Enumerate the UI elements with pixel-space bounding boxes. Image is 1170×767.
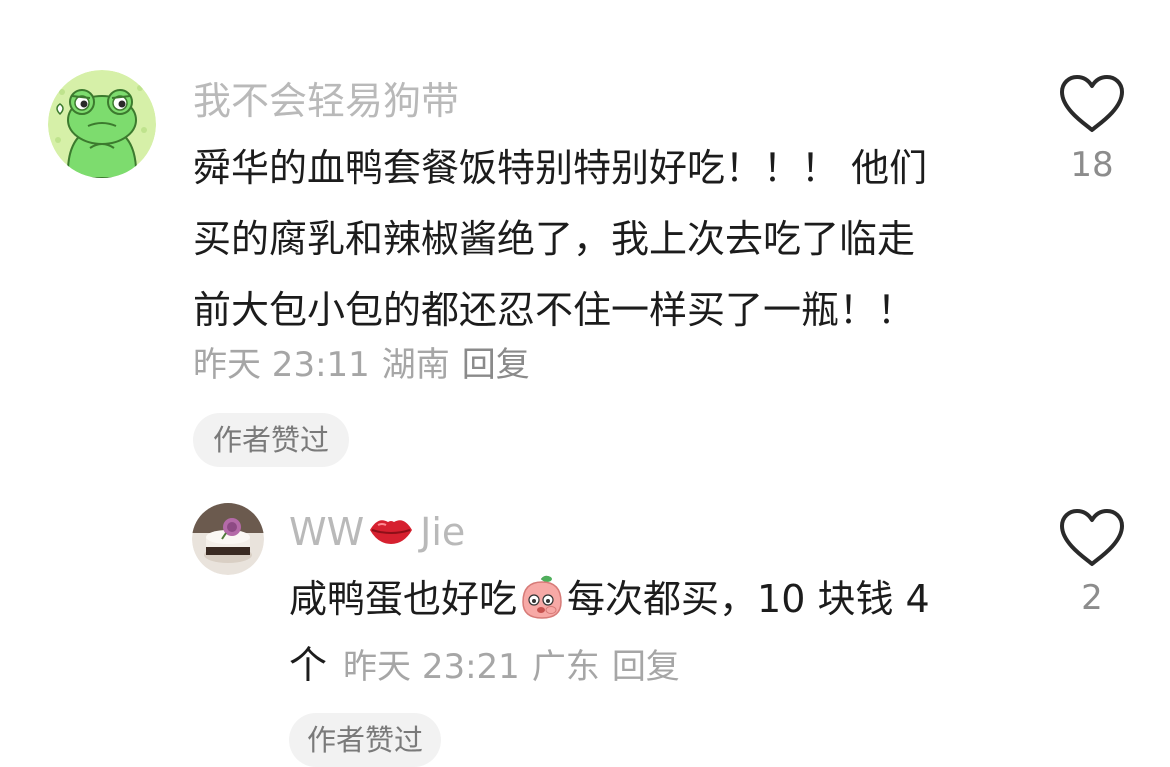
username[interactable]: 我不会轻易狗带 <box>193 76 459 126</box>
comment-location: 湖南 <box>381 345 450 385</box>
like-count: 18 <box>1070 145 1114 185</box>
username[interactable]: WW Jie <box>289 507 465 560</box>
avatar[interactable] <box>192 503 264 575</box>
avatar[interactable] <box>48 70 156 178</box>
comment-location: 广东 <box>531 647 600 687</box>
like-button[interactable] <box>1058 74 1126 134</box>
heart-outline-icon <box>1060 75 1124 132</box>
comment-text-line: 舜华的血鸭套餐饭特别特别好吃！！！ 他们 <box>193 146 928 190</box>
comment-text-line: 前大包小包的都还忍不住一样买了一瓶！！ <box>193 288 916 332</box>
comment-text: 舜华的血鸭套餐饭特别特别好吃！！！ 他们 买的腐乳和辣椒酱绝了，我上次去吃了临走… <box>193 133 1023 346</box>
cake-avatar-icon <box>192 503 264 575</box>
comment-text-part: 咸鸭蛋也好吃 <box>289 577 518 621</box>
comment-meta: 昨天 23:11 湖南 回复 <box>193 342 530 388</box>
heart-outline-icon <box>1060 509 1124 566</box>
comment-text-part: 每次都买，10 块钱 4 <box>567 577 930 621</box>
comment-time: 昨天 23:21 <box>343 647 520 687</box>
frog-avatar-icon <box>48 70 156 178</box>
comment-meta: 个昨天 23:21 广东 回复 <box>289 640 680 692</box>
like-count: 2 <box>1081 578 1103 618</box>
kiss-lips-icon <box>368 510 414 560</box>
username-text: WW <box>289 510 365 554</box>
comment-text: 咸鸭蛋也好吃 每次都买，10 块钱 4 <box>289 566 1009 640</box>
like-button[interactable] <box>1058 508 1126 568</box>
peach-face-emoji-icon <box>519 574 565 640</box>
author-liked-badge: 作者赞过 <box>289 713 442 767</box>
username-text: Jie <box>420 510 466 554</box>
comment-text-line: 买的腐乳和辣椒酱绝了，我上次去吃了临走 <box>193 217 916 261</box>
comment-time: 昨天 23:11 <box>193 345 370 385</box>
author-liked-badge: 作者赞过 <box>193 413 350 467</box>
reply-button[interactable]: 回复 <box>462 345 530 385</box>
reply-button[interactable]: 回复 <box>612 647 680 687</box>
comment-text-part: 个 <box>289 643 328 687</box>
